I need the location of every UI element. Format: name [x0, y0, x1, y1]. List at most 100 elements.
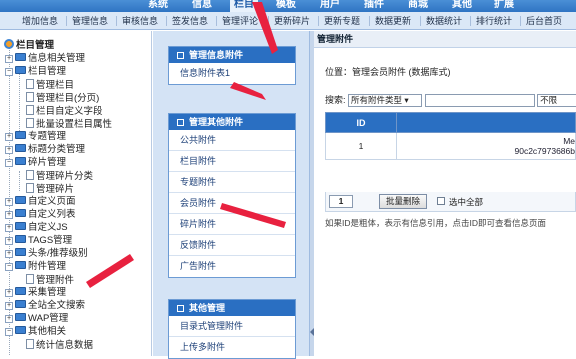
topnav-plugin[interactable]: 插件 — [364, 0, 384, 12]
expand-icon[interactable]: + — [5, 211, 13, 219]
batch-delete-button[interactable]: 批量删除 — [379, 194, 428, 209]
tree-leaf-stats-data[interactable]: 统计信息数据 — [26, 339, 93, 352]
document-icon — [26, 105, 34, 115]
tree-leaf-batch-column-attr[interactable]: 批量设置栏目属性 — [26, 118, 112, 131]
tree-guide-line — [19, 73, 20, 131]
tree-node-attachment[interactable]: − 附件管理 — [5, 261, 66, 274]
folder-icon — [15, 196, 26, 204]
select-all-checkbox[interactable] — [437, 197, 445, 205]
topnav-extend[interactable]: 扩展 — [494, 0, 514, 12]
folder-icon — [15, 287, 26, 295]
menu-item-public-attachment[interactable]: 公共附件 — [169, 130, 295, 151]
tree-node-fulltext-search[interactable]: + 全站全文搜索 — [5, 300, 85, 313]
cell-id[interactable]: 1 — [325, 132, 397, 160]
collapse-icon[interactable]: − — [5, 263, 13, 271]
cell-name-line1[interactable]: Me — [397, 136, 575, 146]
topnav-other[interactable]: 其他 — [452, 0, 472, 12]
tree-root[interactable]: 栏目管理 — [4, 39, 54, 52]
expand-icon[interactable]: + — [5, 302, 13, 310]
tree-leaf-manage-attachment[interactable]: 管理附件 — [26, 274, 74, 287]
menu-item-member-attachment[interactable]: 会员附件 — [169, 193, 295, 214]
subnav-update-specials[interactable]: 更新专题 — [324, 16, 360, 27]
subnav-admin-home[interactable]: 后台首页 — [526, 16, 562, 27]
tree-node-custom-list[interactable]: + 自定义列表 — [5, 209, 76, 222]
tree-leaf-column-custom-field[interactable]: 栏目自定义字段 — [26, 105, 103, 118]
subnav-data-update[interactable]: 数据更新 — [375, 16, 411, 27]
top-nav-bar: 系统 信息 栏目 模板 用户 插件 商城 其他 扩展 — [0, 0, 576, 12]
subnav-divider — [66, 16, 67, 26]
expand-icon[interactable]: + — [5, 315, 13, 323]
subnav-rank-stats[interactable]: 排行统计 — [476, 16, 512, 27]
topnav-user[interactable]: 用户 — [320, 0, 340, 12]
tree-node-headline-level[interactable]: + 头条/推荐级别 — [5, 248, 88, 261]
subnav-sign-info[interactable]: 签发信息 — [172, 16, 208, 27]
help-note: 如果ID是粗体，表示有信息引用，点击ID即可查看信息页面 — [325, 218, 547, 228]
topnav-system[interactable]: 系统 — [148, 0, 168, 12]
topnav-column[interactable]: 栏目 — [230, 0, 258, 12]
tree-node-special[interactable]: + 专题管理 — [5, 131, 66, 144]
collapse-icon[interactable]: − — [5, 159, 13, 167]
topnav-template[interactable]: 模板 — [276, 0, 296, 12]
subnav-divider — [268, 16, 269, 26]
tree-leaf-manage-column[interactable]: 管理栏目 — [26, 79, 74, 92]
tree-node-custom-js[interactable]: + 自定义JS — [5, 222, 68, 235]
root-icon — [4, 39, 14, 49]
square-icon — [177, 52, 184, 59]
attachment-type-select[interactable]: 所有附件类型 ▾ — [348, 94, 423, 108]
table-row: 1 Me 90c2c7973686b — [325, 132, 576, 160]
tree-leaf-manage-column-paged[interactable]: 管理栏目(分页) — [26, 92, 99, 105]
menu-item-multi-upload[interactable]: 上传多附件 — [169, 337, 295, 358]
subnav-divider — [166, 16, 167, 26]
cell-name: Me 90c2c7973686b — [396, 132, 576, 160]
topnav-shop[interactable]: 商城 — [408, 0, 428, 12]
tree-node-wap[interactable]: + WAP管理 — [5, 313, 68, 326]
subnav-manage-comments[interactable]: 管理评论 — [222, 16, 258, 27]
tree-node-column-manage[interactable]: − 栏目管理 — [5, 66, 66, 79]
document-icon — [26, 92, 34, 102]
expand-icon[interactable]: + — [5, 224, 13, 232]
expand-icon[interactable]: + — [5, 133, 13, 141]
menu-item-fragment-attachment[interactable]: 碎片附件 — [169, 214, 295, 235]
subnav-review-info[interactable]: 审核信息 — [122, 16, 158, 27]
search-input[interactable] — [424, 94, 535, 108]
tree-node-info-related[interactable]: + 信息相关管理 — [5, 53, 85, 66]
attachment-table: ID 1 Me 90c2c7973686b — [325, 112, 576, 160]
tree-node-custom-page[interactable]: + 自定义页面 — [5, 196, 76, 209]
menu-item-feedback-attachment[interactable]: 反馈附件 — [169, 235, 295, 256]
tree-node-fragment[interactable]: − 碎片管理 — [5, 157, 66, 170]
document-icon — [26, 118, 34, 128]
expand-icon[interactable]: + — [5, 289, 13, 297]
subnav-data-stats[interactable]: 数据统计 — [426, 16, 462, 27]
page-input[interactable]: 1 — [329, 195, 353, 208]
tree-leaf-manage-fragment[interactable]: 管理碎片 — [26, 183, 74, 196]
collapse-icon[interactable]: − — [5, 68, 13, 76]
column-header-id[interactable]: ID — [325, 112, 397, 133]
tree-node-tags[interactable]: + TAGS管理 — [5, 235, 72, 248]
menu-box-info-attachment: 管理信息附件 信息附件表1 — [168, 46, 296, 85]
tree-leaf-fragment-category[interactable]: 管理碎片分类 — [26, 170, 93, 183]
tree-node-other-related[interactable]: − 其他相关 — [5, 326, 66, 339]
subnav-manage-info[interactable]: 管理信息 — [72, 16, 108, 27]
cell-name-line2[interactable]: 90c2c7973686b — [397, 146, 575, 156]
column-header-name — [396, 112, 576, 133]
tree-node-collect[interactable]: + 采集管理 — [5, 287, 66, 300]
menu-item-ad-attachment[interactable]: 广告附件 — [169, 256, 295, 277]
menu-item-directory-attachment[interactable]: 目录式管理附件 — [169, 316, 295, 337]
action-bar: 1 批量删除 选中全部 — [325, 192, 576, 212]
menu-item-special-attachment[interactable]: 专题附件 — [169, 172, 295, 193]
expand-icon[interactable]: + — [5, 198, 13, 206]
subnav-add-info[interactable]: 增加信息 — [22, 16, 58, 27]
collapse-icon[interactable]: − — [5, 328, 13, 336]
subnav-divider — [216, 16, 217, 26]
expand-icon[interactable]: + — [5, 250, 13, 258]
topnav-info[interactable]: 信息 — [192, 0, 212, 12]
menu-item-info-attachment-table[interactable]: 信息附件表1 — [169, 63, 295, 84]
expand-icon[interactable]: + — [5, 237, 13, 245]
tree-node-title-category[interactable]: + 标题分类管理 — [5, 144, 85, 157]
limit-select[interactable]: 不限 — [537, 94, 576, 108]
subnav-update-fragments[interactable]: 更新碎片 — [274, 16, 310, 27]
expand-icon[interactable]: + — [5, 55, 13, 63]
menu-item-column-attachment[interactable]: 栏目附件 — [169, 151, 295, 172]
menu-box-other-attachment: 管理其他附件 公共附件 栏目附件 专题附件 会员附件 碎片附件 反馈附件 广告附… — [168, 113, 296, 278]
expand-icon[interactable]: + — [5, 146, 13, 154]
